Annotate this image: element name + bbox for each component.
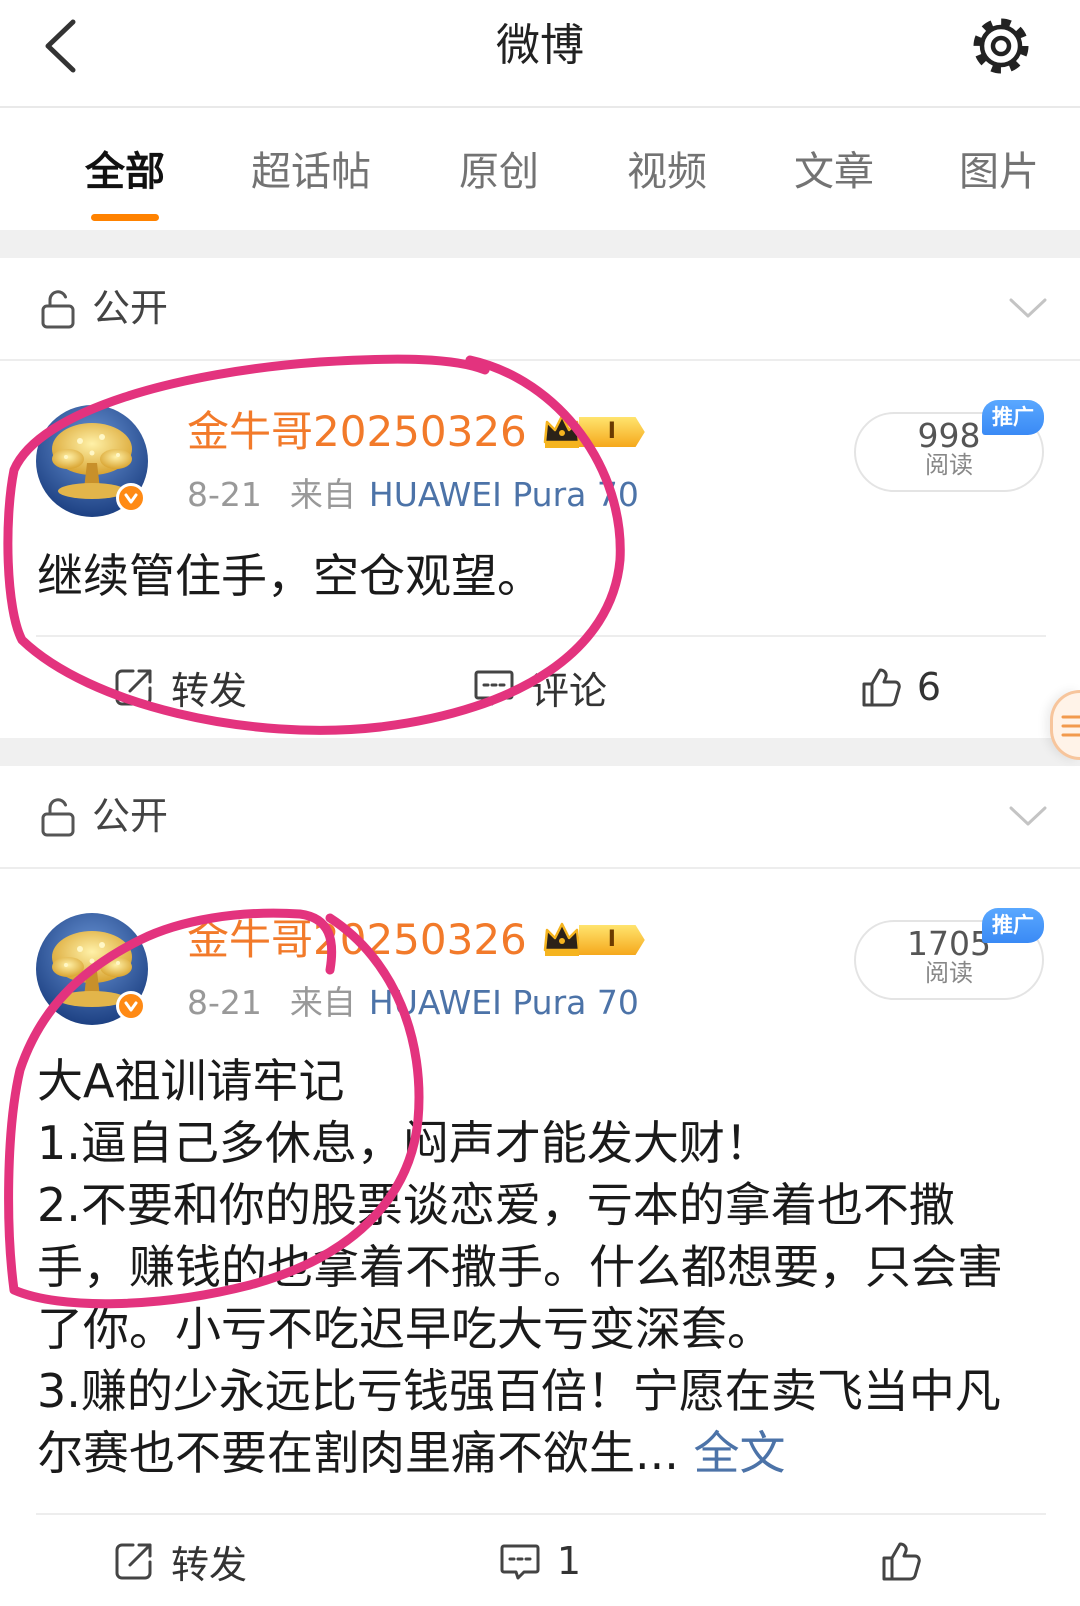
thumbs-up-icon xyxy=(862,668,901,707)
repost-icon xyxy=(115,669,152,706)
post-text: 继续管住手，空仓观望。 xyxy=(37,545,1027,607)
comment-icon xyxy=(474,670,514,706)
post-meta: 8-21 来自 HUAWEI Pura 70 xyxy=(187,984,639,1022)
verified-badge-icon xyxy=(116,483,146,513)
post-date: 8-21 xyxy=(187,475,262,514)
source-device-link[interactable]: HUAWEI Pura 70 xyxy=(369,983,639,1022)
like-count: 6 xyxy=(916,665,942,709)
post-actions: 转发 1 xyxy=(0,1517,1080,1605)
visibility-label: 公开 xyxy=(92,286,169,330)
post-meta: 8-21 来自 HUAWEI Pura 70 xyxy=(187,476,639,514)
active-tab-indicator xyxy=(91,214,159,221)
menu-icon xyxy=(1061,715,1080,737)
post-card: 公开 金牛哥20250326 I 8-21 来自 HUAWEI Pura 70 … xyxy=(0,766,1080,1606)
section-divider xyxy=(0,230,1080,258)
tab-super-topic[interactable]: 超话帖 xyxy=(231,142,391,202)
section-divider xyxy=(0,738,1080,766)
tab-label: 超话帖 xyxy=(251,149,371,195)
verified-badge-icon xyxy=(116,991,146,1021)
post-paragraph: 2.不要和你的股票谈恋爱，亏本的拿着也不撒手，赚钱的也拿着不撒手。什么都想要，只… xyxy=(37,1178,1003,1356)
tab-image[interactable]: 图片 xyxy=(919,142,1079,202)
author-row: 金牛哥20250326 I xyxy=(187,916,645,964)
visibility-label: 公开 xyxy=(92,794,169,838)
crown-icon xyxy=(543,922,581,956)
tab-label: 视频 xyxy=(627,149,707,195)
tab-label: 全部 xyxy=(85,149,165,195)
like-button[interactable]: 6 xyxy=(720,637,1080,737)
tab-article[interactable]: 文章 xyxy=(754,142,914,202)
username[interactable]: 金牛哥20250326 xyxy=(187,408,527,456)
post-paragraph-text: 3.赚的少永远比亏钱强百倍！宁愿在卖飞当中凡尔赛也不要在割肉里痛不欲生... xyxy=(37,1364,1001,1480)
like-button[interactable] xyxy=(720,1517,1080,1605)
post-paragraph: 继续管住手，空仓观望。 xyxy=(37,549,543,603)
tab-label: 文章 xyxy=(794,149,874,195)
vip-level-badge: I xyxy=(578,925,645,955)
back-arrow-icon[interactable] xyxy=(40,18,80,74)
full-text-link[interactable]: 全文 xyxy=(694,1426,786,1480)
repost-icon xyxy=(115,1543,152,1580)
tab-video[interactable]: 视频 xyxy=(587,142,747,202)
username[interactable]: 金牛哥20250326 xyxy=(187,916,527,964)
lock-open-icon xyxy=(41,290,75,329)
thumbs-up-icon xyxy=(882,1542,921,1581)
tab-label: 原创 xyxy=(459,149,539,195)
post-card: 公开 金牛哥20250326 I 8-21 来自 HUAWEI Pura 70 … xyxy=(0,258,1080,738)
divider xyxy=(36,1513,1046,1515)
crown-icon xyxy=(543,414,581,448)
lock-open-icon xyxy=(41,798,75,837)
vip-level-badge: I xyxy=(578,417,645,447)
comment-button[interactable]: 评论 xyxy=(360,637,720,737)
repost-label: 转发 xyxy=(170,1542,247,1587)
post-actions: 转发 评论 6 xyxy=(0,637,1080,737)
gear-icon[interactable] xyxy=(972,17,1030,75)
author-row: 金牛哥20250326 I xyxy=(187,408,645,456)
tab-original[interactable]: 原创 xyxy=(419,142,579,202)
source-prefix: 来自 xyxy=(289,475,356,514)
post-text: 大A祖训请牢记 1.逼自己多休息，闷声才能发大财！ 2.不要和你的股票谈恋爱，亏… xyxy=(37,1050,1027,1484)
source-device-link[interactable]: HUAWEI Pura 70 xyxy=(369,475,639,514)
repost-button[interactable]: 转发 xyxy=(0,1517,360,1605)
read-count-label: 阅读 xyxy=(925,959,973,987)
visibility-row[interactable]: 公开 xyxy=(0,766,1080,869)
comment-count: 1 xyxy=(556,1539,582,1583)
promote-tag[interactable]: 推广 xyxy=(982,400,1044,435)
post-paragraph: 3.赚的少永远比亏钱强百倍！宁愿在卖飞当中凡尔赛也不要在割肉里痛不欲生... 全… xyxy=(37,1360,1027,1484)
visibility-row[interactable]: 公开 xyxy=(0,258,1080,361)
chevron-down-icon[interactable] xyxy=(1008,804,1048,828)
repost-button[interactable]: 转发 xyxy=(0,637,360,737)
post-date: 8-21 xyxy=(187,983,262,1022)
comment-icon xyxy=(500,1544,540,1580)
post-paragraph: 大A祖训请牢记 xyxy=(37,1054,345,1108)
comment-button[interactable]: 1 xyxy=(360,1517,720,1605)
post-paragraph: 1.逼自己多休息，闷声才能发大财！ xyxy=(37,1116,771,1170)
top-bar: 微博 xyxy=(0,0,1080,108)
weibo-my-posts-screen: 微博 全部 超话帖 原创 视频 文章 图片 公开 金牛哥20250326 I 8… xyxy=(0,0,1080,1606)
repost-label: 转发 xyxy=(170,668,247,713)
read-count-label: 阅读 xyxy=(925,451,973,479)
comment-label: 评论 xyxy=(530,668,607,713)
promote-tag[interactable]: 推广 xyxy=(982,908,1044,943)
tab-all[interactable]: 全部 xyxy=(45,142,205,221)
page-title: 微博 xyxy=(496,20,584,71)
tab-label: 图片 xyxy=(959,149,1039,195)
source-prefix: 来自 xyxy=(289,983,356,1022)
chevron-down-icon[interactable] xyxy=(1008,296,1048,320)
